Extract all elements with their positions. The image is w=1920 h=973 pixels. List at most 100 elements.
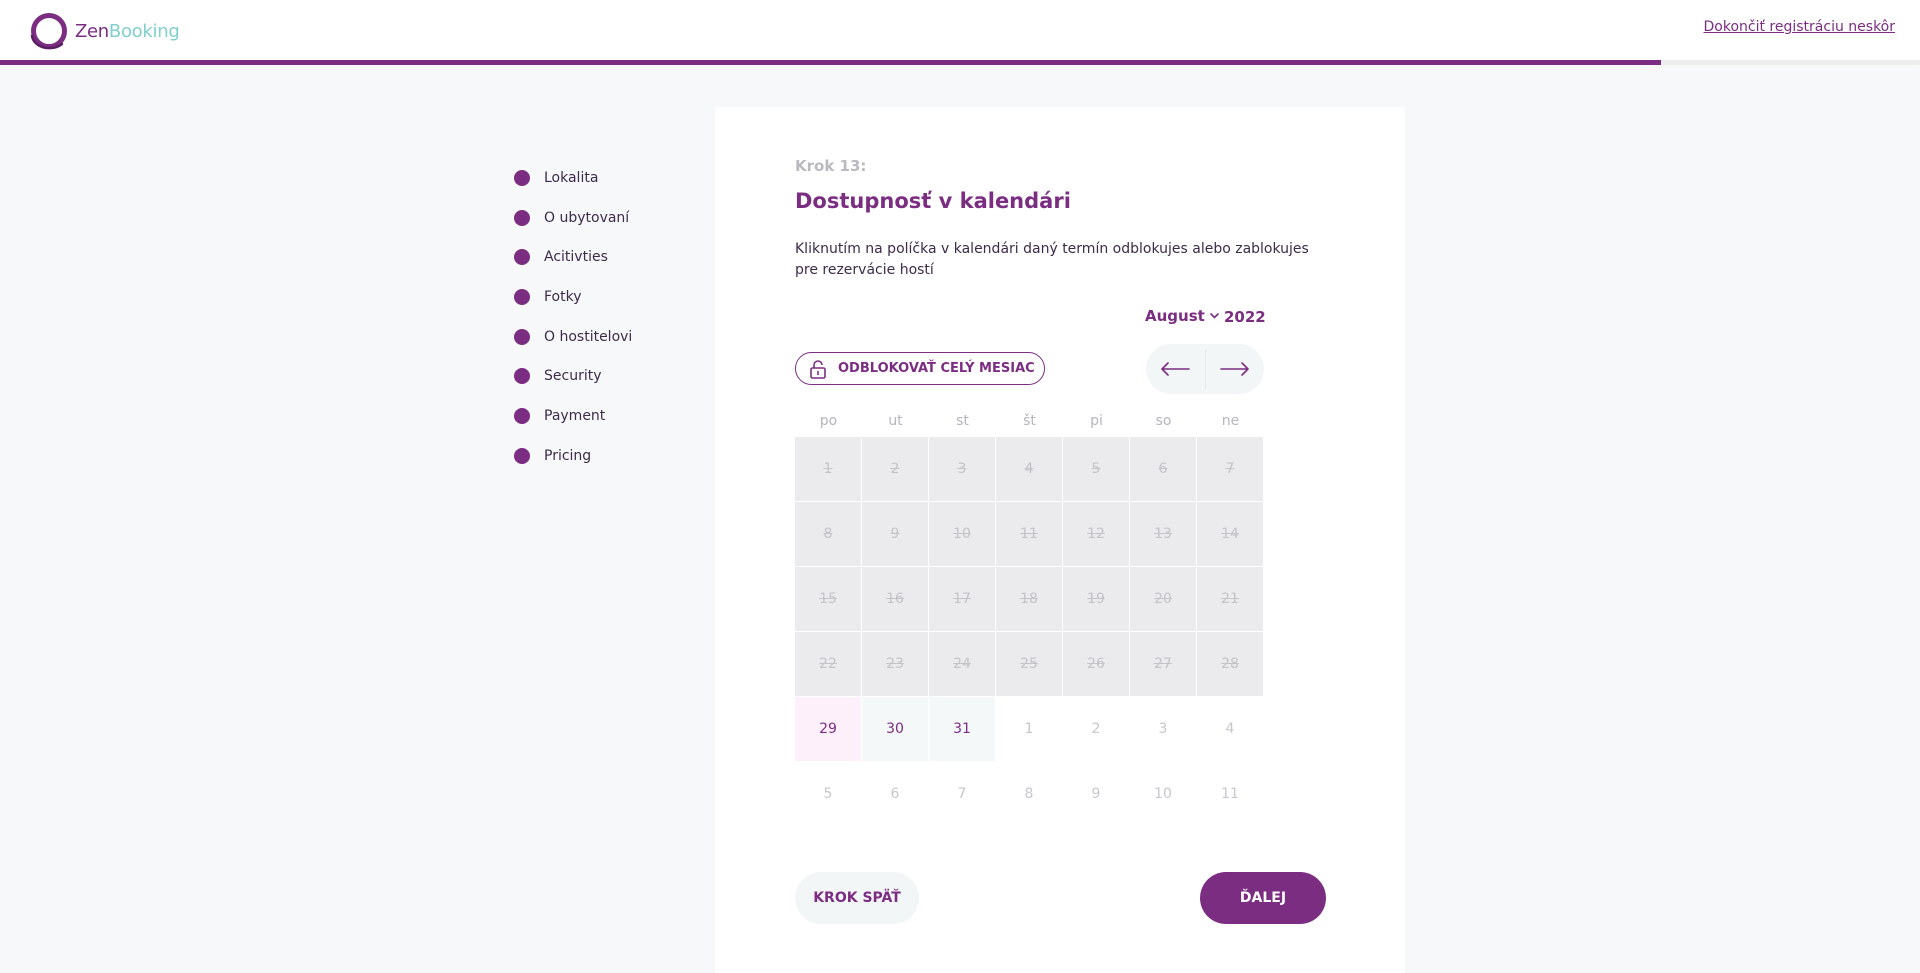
calendar-day-other: 11 <box>1221 786 1239 802</box>
finish-later-link[interactable]: Dokončiť registráciu neskôr <box>1704 19 1896 35</box>
calendar-day-blocked[interactable]: 12 <box>1063 502 1129 566</box>
weekday-label: ut <box>888 413 903 429</box>
sidebar-step-item[interactable]: Fotky <box>514 277 632 317</box>
sidebar-step-item[interactable]: Lokalita <box>514 158 632 198</box>
step-dot-icon <box>514 328 530 345</box>
calendar-day-open[interactable]: 30 <box>862 697 928 761</box>
weekday-label: pi <box>1090 413 1103 429</box>
back-button[interactable]: KROK SPÄŤ <box>795 872 919 924</box>
calendar-day-blocked[interactable]: 24 <box>929 632 995 696</box>
calendar-day-blocked[interactable]: 26 <box>1063 632 1129 696</box>
month-select-value: August <box>1145 307 1205 325</box>
sidebar-step-label: Security <box>544 368 602 385</box>
calendar-day-blocked[interactable]: 14 <box>1197 502 1263 566</box>
calendar-grid: 1 2 3 4 5 6 7 8 9 10 11 12 13 14 15 16 17 18 19 20 21 22 23 24 2… <box>795 437 1265 827</box>
sidebar-step-item[interactable]: O hostitelovi <box>514 317 632 357</box>
logo-booking: Booking <box>108 20 180 42</box>
calendar-day-blocked[interactable]: 18 <box>996 567 1062 631</box>
calendar-day-other: 4 <box>1225 721 1235 737</box>
next-button[interactable]: ĎALEJ <box>1200 872 1326 924</box>
sidebar-step-label: Fotky <box>544 288 582 305</box>
step-dot-icon <box>514 169 530 186</box>
calendar-day-blocked[interactable]: 6 <box>1130 437 1196 501</box>
weekday-label: št <box>1023 413 1036 429</box>
month-select[interactable]: August <box>1145 307 1219 325</box>
calendar-day-other: 3 <box>1158 721 1168 737</box>
calendar-day-other: 6 <box>890 786 900 802</box>
sidebar-step-item[interactable]: Payment <box>514 396 632 436</box>
step-dot-icon <box>514 368 530 385</box>
calendar-week-row: 5 6 7 8 9 10 11 <box>795 762 1265 827</box>
calendar-week-row: 15 16 17 18 19 20 21 <box>795 567 1265 632</box>
year-label: 2022 <box>1224 308 1266 326</box>
sidebar-step-label: O hostitelovi <box>544 328 633 345</box>
calendar-day-blocked[interactable]: 10 <box>929 502 995 566</box>
logo-wordmark: ZenBooking <box>75 20 180 42</box>
calendar-day-open[interactable]: 31 <box>929 697 995 761</box>
calendar-day-other: 10 <box>1154 786 1172 802</box>
calendar-day-blocked[interactable]: 13 <box>1130 502 1196 566</box>
calendar-day-blocked[interactable]: 17 <box>929 567 995 631</box>
sidebar-step-label: Payment <box>544 407 606 424</box>
sidebar-step-item[interactable]: Acitivties <box>514 237 632 277</box>
sidebar-step-label: O ubytovaní <box>544 209 630 226</box>
calendar-day-blocked[interactable]: 2 <box>862 437 928 501</box>
step-dot-icon <box>514 447 530 464</box>
calendar-day-blocked[interactable]: 11 <box>996 502 1062 566</box>
calendar-day-blocked[interactable]: 22 <box>795 632 861 696</box>
calendar-day-blocked[interactable]: 15 <box>795 567 861 631</box>
weekday-label: ne <box>1221 413 1240 429</box>
sidebar-step-label: Acitivties <box>544 249 608 266</box>
step-dot-icon <box>514 249 530 266</box>
sidebar-step-item[interactable]: O ubytovaní <box>514 198 632 238</box>
step-dot-icon <box>514 407 530 424</box>
calendar-day-other: 7 <box>957 786 967 802</box>
calendar-day-other: 1 <box>1024 721 1034 737</box>
calendar-day-blocked[interactable]: 27 <box>1130 632 1196 696</box>
zenbooking-logo[interactable]: ZenBooking <box>28 10 180 52</box>
zenbooking-logo-icon <box>30 13 67 50</box>
sidebar-step-item[interactable]: Pricing <box>514 436 632 476</box>
page-title: Dostupnosť v kalendári <box>795 189 1071 213</box>
calendar-day-blocked[interactable]: 28 <box>1197 632 1263 696</box>
sidebar-step-label: Pricing <box>544 447 592 464</box>
calendar-day-blocked[interactable]: 8 <box>795 502 861 566</box>
weekday-label: po <box>819 413 838 429</box>
step-sidebar: Lokalita O ubytovaní Acitivties Fotky O host… <box>514 158 632 476</box>
calendar-day-blocked[interactable]: 23 <box>862 632 928 696</box>
unlock-month-label: ODBLOKOVAŤ CELÝ MESIAC <box>838 361 1035 376</box>
calendar-week-row: 8 9 10 11 12 13 14 <box>795 502 1265 567</box>
step-dot-icon <box>514 209 530 226</box>
calendar-day-other: 8 <box>1024 786 1034 802</box>
calendar-week-row: 1234567 <box>795 437 1265 502</box>
unlock-month-button[interactable]: ODBLOKOVAŤ CELÝ MESIAC <box>795 352 1045 385</box>
calendar-day-blocked[interactable]: 9 <box>862 502 928 566</box>
weekday-label: st <box>956 413 969 429</box>
calendar-day-blocked[interactable]: 25 <box>996 632 1062 696</box>
progress-bar-fill <box>0 60 1661 65</box>
arrow-right-icon <box>1219 362 1249 376</box>
calendar-day-blocked[interactable]: 1 <box>795 437 861 501</box>
calendar-weekday-header: po ut st št pi so ne <box>795 413 1264 429</box>
unlock-icon <box>810 359 826 379</box>
prev-month-button[interactable] <box>1146 344 1205 394</box>
progress-bar <box>0 60 1920 65</box>
sidebar-step-item[interactable]: Security <box>514 356 632 396</box>
calendar-day-blocked[interactable]: 19 <box>1063 567 1129 631</box>
calendar-week-row: 22 23 24 25 26 27 28 <box>795 632 1265 697</box>
calendar-week-row: 29 30 31 1 2 3 4 <box>795 697 1265 762</box>
chevron-down-icon <box>1210 313 1219 319</box>
calendar-day-blocked[interactable]: 16 <box>862 567 928 631</box>
calendar-day-blocked[interactable]: 21 <box>1197 567 1263 631</box>
calendar-day-blocked[interactable]: 20 <box>1130 567 1196 631</box>
calendar-day-other: 5 <box>823 786 833 802</box>
next-month-button[interactable] <box>1206 344 1265 394</box>
calendar-day-blocked[interactable]: 5 <box>1063 437 1129 501</box>
calendar-day-blocked[interactable]: 7 <box>1197 437 1263 501</box>
calendar-day-blocked[interactable]: 3 <box>929 437 995 501</box>
sidebar-step-label: Lokalita <box>544 169 599 186</box>
calendar-day-other: 2 <box>1091 721 1101 737</box>
calendar-day-today[interactable]: 29 <box>795 697 861 761</box>
top-header: ZenBooking Dokončiť registráciu neskôr <box>0 0 1920 60</box>
calendar-day-blocked[interactable]: 4 <box>996 437 1062 501</box>
